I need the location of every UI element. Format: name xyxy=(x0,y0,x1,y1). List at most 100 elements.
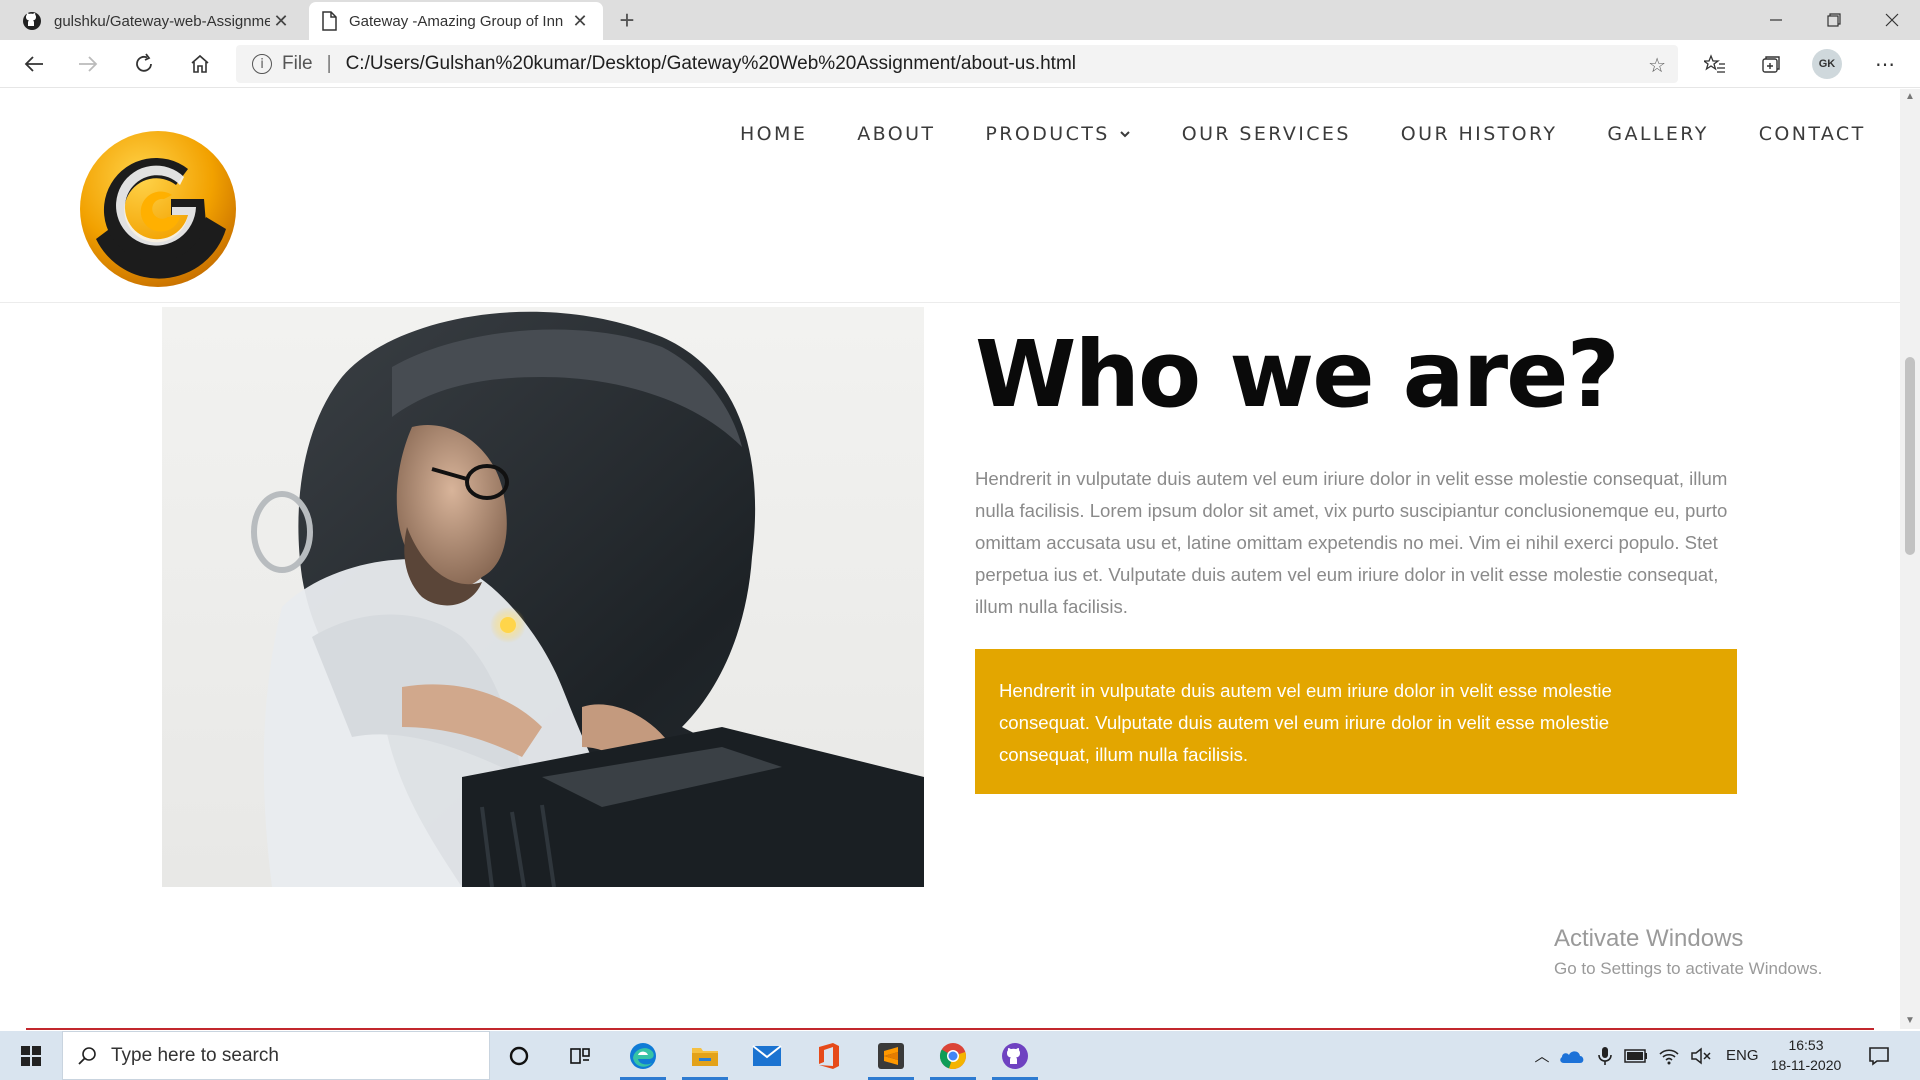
address-bar[interactable]: i File | C:/Users/Gulshan%20kumar/Deskto… xyxy=(236,45,1678,83)
github-icon xyxy=(23,12,41,30)
tab-github[interactable]: gulshku/Gateway-web-Assignme ✕ xyxy=(10,2,304,40)
taskbar-mail[interactable] xyxy=(738,1031,796,1080)
profile-avatar[interactable]: GK xyxy=(1812,49,1842,79)
man-portrait-image xyxy=(162,307,924,887)
microphone-icon[interactable] xyxy=(1596,1045,1614,1067)
close-window-button[interactable] xyxy=(1864,0,1920,40)
nav-our-services[interactable]: OUR SERVICES xyxy=(1182,123,1351,145)
refresh-button[interactable] xyxy=(126,46,162,82)
highlight-text: Hendrerit in vulputate duis autem vel eu… xyxy=(999,680,1612,765)
sublime-text-icon xyxy=(878,1042,904,1069)
url-text[interactable]: C:/Users/Gulshan%20kumar/Desktop/Gateway… xyxy=(346,53,1076,75)
nav-contact[interactable]: CONTACT xyxy=(1759,123,1866,145)
main-nav: HOME ABOUT PRODUCTS OUR SERVICES OUR HIS… xyxy=(740,123,1866,145)
wifi-icon[interactable] xyxy=(1658,1047,1680,1065)
nav-home[interactable]: HOME xyxy=(740,123,807,145)
footer-divider xyxy=(26,1028,1874,1030)
office-icon xyxy=(819,1042,839,1069)
nav-products-label: PRODUCTS xyxy=(985,123,1110,145)
nav-about[interactable]: ABOUT xyxy=(857,123,935,145)
taskbar-office[interactable] xyxy=(800,1031,858,1080)
start-button[interactable] xyxy=(0,1031,62,1080)
scheme-label: File xyxy=(282,53,313,74)
nav-products[interactable]: PRODUCTS xyxy=(985,123,1131,145)
about-paragraph: Hendrerit in vulputate duis autem vel eu… xyxy=(975,468,1728,617)
taskbar-sublime-text[interactable] xyxy=(862,1031,920,1080)
minimize-icon xyxy=(1770,19,1782,21)
battery-icon[interactable] xyxy=(1624,1048,1648,1063)
scroll-down-icon[interactable]: ▼ xyxy=(1900,1013,1920,1029)
task-view-icon xyxy=(570,1047,590,1064)
clock-time: 16:53 xyxy=(1788,1037,1824,1053)
browser-toolbar: i File | C:/Users/Gulshan%20kumar/Deskto… xyxy=(0,40,1920,88)
back-arrow-icon xyxy=(24,56,43,72)
system-tray: ︿ ENG xyxy=(1530,1031,1759,1080)
cortana-icon xyxy=(509,1046,529,1065)
action-center-button[interactable] xyxy=(1850,1031,1908,1080)
favorites-list-icon xyxy=(1704,54,1725,73)
minimize-button[interactable] xyxy=(1748,0,1804,40)
forward-button[interactable] xyxy=(70,46,106,82)
volume-muted-icon[interactable] xyxy=(1690,1046,1712,1065)
new-tab-button[interactable]: + xyxy=(612,4,642,36)
highlight-box: Hendrerit in vulputate duis autem vel eu… xyxy=(975,649,1737,794)
page-icon xyxy=(322,11,337,31)
onedrive-icon[interactable] xyxy=(1558,1047,1586,1065)
more-icon: ⋯ xyxy=(1875,53,1895,76)
restore-button[interactable] xyxy=(1806,0,1862,40)
page-title: Who we are? xyxy=(975,321,1620,428)
taskbar-search[interactable]: Type here to search xyxy=(62,1031,490,1080)
about-content: Who we are? Hendrerit in vulputate duis … xyxy=(975,307,1737,794)
home-button[interactable] xyxy=(182,46,218,82)
favorite-star-icon[interactable]: ☆ xyxy=(1648,53,1666,78)
notification-icon xyxy=(1869,1046,1889,1066)
divider: | xyxy=(326,53,332,74)
tab-title: gulshku/Gateway-web-Assignme xyxy=(54,12,270,30)
refresh-icon xyxy=(136,53,152,72)
nav-our-history[interactable]: OUR HISTORY xyxy=(1401,123,1558,145)
tab-close-icon[interactable]: ✕ xyxy=(569,11,591,32)
chevron-down-icon xyxy=(1120,131,1130,138)
windows-taskbar: Type here to search ︿ ENG 16:53 18-11-20… xyxy=(0,1031,1920,1080)
nav-gallery[interactable]: GALLERY xyxy=(1607,123,1708,145)
chevron-up-icon[interactable]: ︿ xyxy=(1530,1045,1554,1066)
collections-icon xyxy=(1762,56,1780,73)
gateway-logo[interactable] xyxy=(76,129,240,289)
favorites-button[interactable] xyxy=(1700,50,1730,78)
settings-menu-button[interactable]: ⋯ xyxy=(1870,50,1900,78)
watermark-title: Activate Windows xyxy=(1554,925,1744,952)
chrome-icon xyxy=(939,1042,966,1069)
file-explorer-icon xyxy=(692,1047,718,1066)
mail-icon xyxy=(752,1044,782,1066)
tab-title: Gateway -Amazing Group of Inn xyxy=(349,12,564,30)
restore-icon xyxy=(1827,13,1841,27)
language-indicator[interactable]: ENG xyxy=(1726,1047,1759,1064)
clock-date: 18-11-2020 xyxy=(1770,1057,1842,1073)
browser-tab-strip: gulshku/Gateway-web-Assignme ✕ Gateway -… xyxy=(0,0,1920,40)
edge-icon xyxy=(630,1042,656,1069)
taskbar-cortana[interactable] xyxy=(490,1031,548,1080)
tab-gateway[interactable]: Gateway -Amazing Group of Inn ✕ xyxy=(309,2,603,40)
site-header: HOME ABOUT PRODUCTS OUR SERVICES OUR HIS… xyxy=(0,89,1900,303)
scroll-thumb[interactable] xyxy=(1905,357,1915,555)
collections-button[interactable] xyxy=(1756,50,1786,78)
home-icon xyxy=(191,54,209,73)
taskbar-chrome[interactable] xyxy=(924,1031,982,1080)
scroll-up-icon[interactable]: ▲ xyxy=(1900,89,1920,105)
page-viewport: HOME ABOUT PRODUCTS OUR SERVICES OUR HIS… xyxy=(0,89,1900,1029)
taskbar-edge[interactable] xyxy=(614,1031,672,1080)
page-scrollbar[interactable]: ▲ ▼ xyxy=(1900,89,1920,1029)
forward-arrow-icon xyxy=(79,56,98,72)
back-button[interactable] xyxy=(16,46,52,82)
info-icon[interactable]: i xyxy=(252,54,272,74)
watermark-subtitle: Go to Settings to activate Windows. xyxy=(1554,959,1823,978)
search-icon xyxy=(78,1046,96,1065)
tab-close-icon[interactable]: ✕ xyxy=(270,11,292,32)
search-placeholder: Type here to search xyxy=(111,1044,279,1066)
about-photo xyxy=(162,307,924,887)
taskbar-github-desktop[interactable] xyxy=(986,1031,1044,1080)
taskbar-task-view[interactable] xyxy=(552,1031,610,1080)
taskbar-clock[interactable]: 16:53 18-11-2020 xyxy=(1768,1035,1844,1075)
taskbar-file-explorer[interactable] xyxy=(676,1031,734,1080)
github-desktop-icon xyxy=(1002,1042,1028,1069)
